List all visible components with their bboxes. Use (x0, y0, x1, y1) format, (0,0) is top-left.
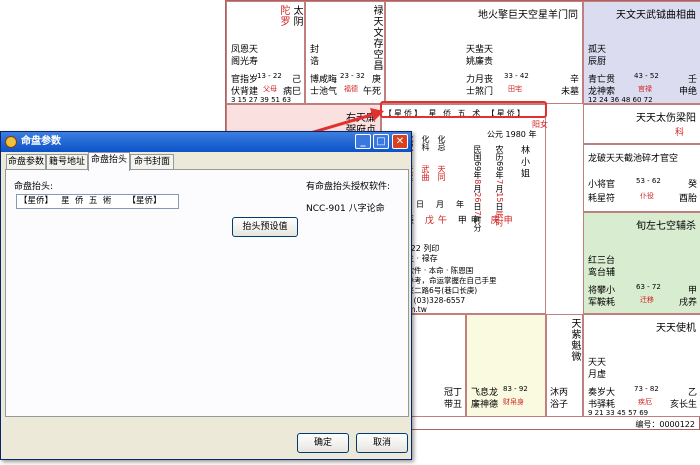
chart-params-dialog: 命盘参数 _ □ ✕ 命盘参数 籍号地址 命盘抬头 命书封面 命盘抬头: 【星侨… (0, 131, 412, 460)
maximize-button[interactable]: □ (373, 134, 389, 149)
dialog-titlebar[interactable]: 命盘参数 _ □ ✕ (1, 132, 411, 152)
license-label: 有命盘抬头授权软件: (306, 182, 391, 192)
ok-button[interactable]: 确定 (297, 433, 349, 453)
cancel-button[interactable]: 取消 (356, 433, 408, 453)
tab-book-cover[interactable]: 命书封面 (130, 154, 174, 170)
dialog-title: 命盘参数 (21, 136, 61, 147)
tab-panel-chart-header: 命盘抬头: 【星侨】 星 侨 五 術 【星侨】 有命盘抬头授权软件: NCC-9… (5, 169, 409, 417)
minimize-button[interactable]: _ (355, 134, 371, 149)
app-icon (5, 136, 17, 148)
header-field-label: 命盘抬头: (14, 182, 54, 192)
tab-address[interactable]: 籍号地址 (46, 154, 88, 170)
header-text-input[interactable]: 【星侨】 星 侨 五 術 【星侨】 (16, 194, 179, 209)
close-button[interactable]: ✕ (392, 134, 408, 149)
tab-chart-header[interactable]: 命盘抬头 (88, 152, 130, 171)
tab-chart-params[interactable]: 命盘参数 (6, 154, 46, 170)
license-value: NCC-901 八字论命 (306, 204, 385, 214)
preset-header-button[interactable]: 抬头预设值 (232, 217, 298, 237)
